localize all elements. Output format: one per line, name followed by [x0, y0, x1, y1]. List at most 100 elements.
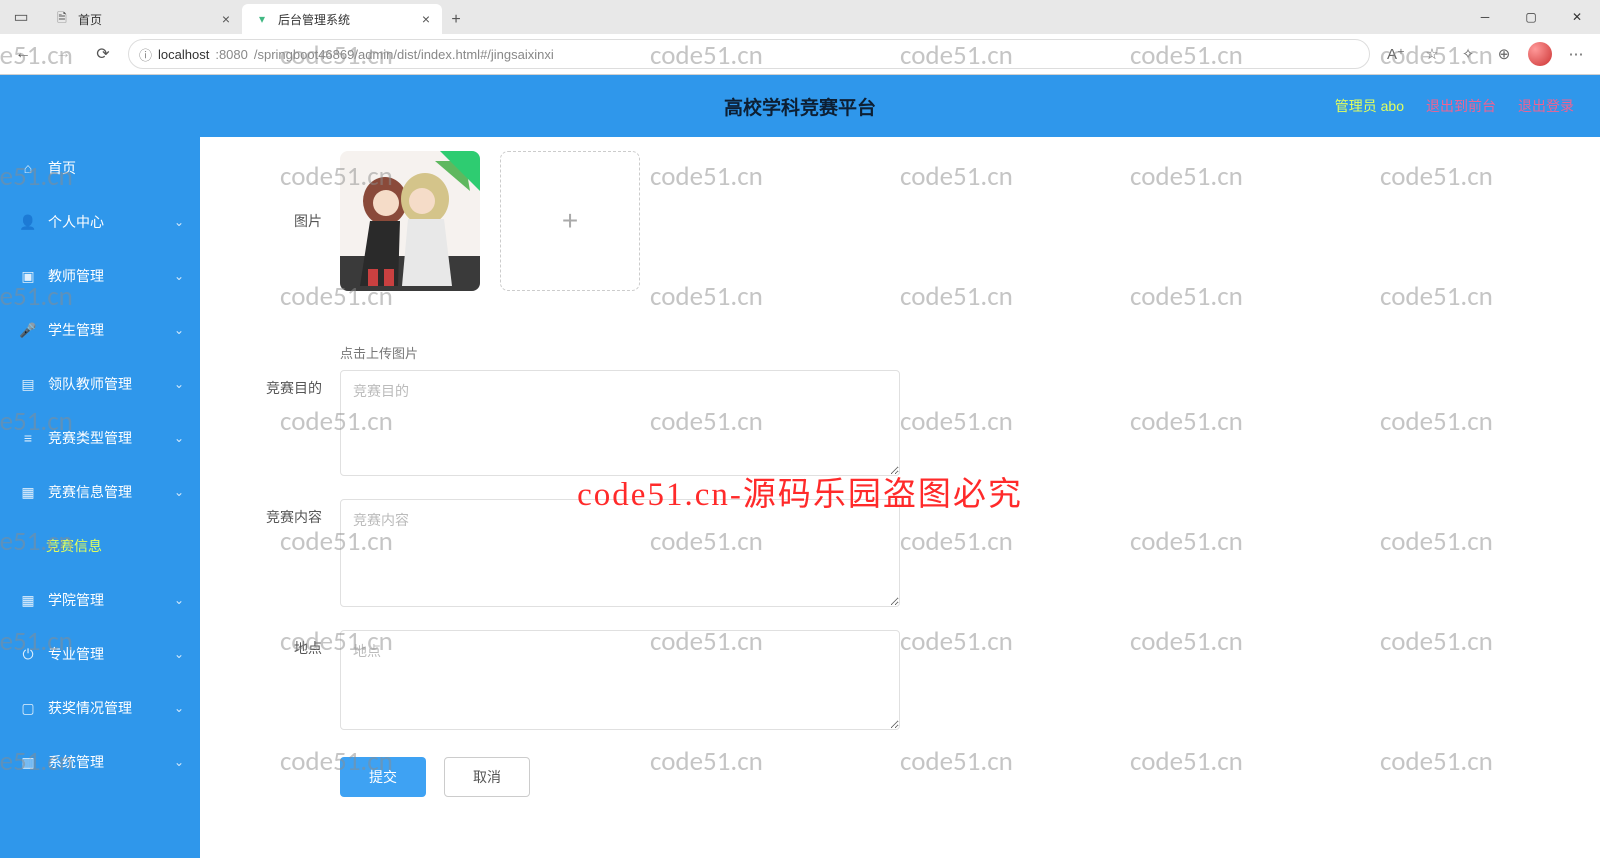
- chevron-down-icon: ⌄: [174, 215, 184, 229]
- sidebar-item-label: 系统管理: [48, 752, 104, 772]
- sidebar-item-teacher[interactable]: ▣ 教师管理 ⌄: [0, 249, 200, 303]
- logout-link[interactable]: 退出登录: [1518, 96, 1574, 116]
- chevron-down-icon: ⌄: [174, 269, 184, 283]
- tab-title: 后台管理系统: [278, 11, 350, 28]
- tab-strip: 🗎 首页 × ▾ 后台管理系统 × +: [42, 0, 1462, 34]
- chevron-down-icon: ⌄: [174, 431, 184, 445]
- sidebar-item-major[interactable]: ⏻ 专业管理 ⌄: [0, 627, 200, 681]
- teacher-icon: ▣: [20, 268, 36, 284]
- purpose-textarea[interactable]: [340, 370, 900, 476]
- app-body: ⌂ 首页 👤 个人中心 ⌄ ▣ 教师管理 ⌄ 🎤 学生管理 ⌄ ▤ 领队教师管理: [0, 137, 1600, 858]
- window-maximize-button[interactable]: ▢: [1508, 0, 1554, 34]
- sidebar-item-label: 学生管理: [48, 320, 104, 340]
- form: 图片: [200, 137, 1600, 817]
- window-controls: ─ ▢ ✕: [1462, 0, 1600, 34]
- chevron-down-icon: ⌄: [174, 701, 184, 715]
- chevron-down-icon: ⌄: [174, 647, 184, 661]
- profile-avatar: [1528, 42, 1552, 66]
- upload-image-button[interactable]: +: [500, 151, 640, 291]
- more-icon[interactable]: ⋯: [1560, 38, 1592, 70]
- user-icon: 👤: [20, 214, 36, 230]
- power-icon: ⏻: [20, 646, 36, 662]
- uploaded-image-thumbnail[interactable]: [340, 151, 480, 291]
- plus-icon: +: [562, 205, 578, 237]
- header-right: 管理员 abo 退出到前台 退出登录: [1335, 96, 1600, 116]
- url-path: /springboot46869/admin/dist/index.html#/…: [254, 47, 554, 62]
- form-row-place: 地点: [240, 630, 1560, 735]
- new-tab-button[interactable]: +: [442, 6, 470, 34]
- collections-icon[interactable]: ⊕: [1488, 38, 1520, 70]
- app-header: 高校学科竞赛平台 管理员 abo 退出到前台 退出登录: [0, 75, 1600, 137]
- to-frontend-link[interactable]: 退出到前台: [1426, 96, 1496, 116]
- sidebar-item-profile[interactable]: 👤 个人中心 ⌄: [0, 195, 200, 249]
- list-icon: ≡: [20, 430, 36, 446]
- home-icon: ⌂: [20, 160, 36, 176]
- tab-close-icon[interactable]: ×: [222, 11, 230, 27]
- info-icon: ▦: [20, 484, 36, 500]
- sidebar-item-system[interactable]: ▥ 系统管理 ⌄: [0, 735, 200, 789]
- chevron-down-icon: ⌄: [174, 755, 184, 769]
- read-aloud-icon[interactable]: A⁺: [1380, 38, 1412, 70]
- chevron-down-icon: ⌄: [174, 323, 184, 337]
- image-label: 图片: [240, 151, 340, 231]
- form-row-purpose: 竞赛目的: [240, 370, 1560, 481]
- sidebar-item-label: 竞赛类型管理: [48, 428, 132, 448]
- profile-button[interactable]: [1524, 38, 1556, 70]
- content-area: 图片: [200, 137, 1600, 858]
- sidebar-item-home[interactable]: ⌂ 首页: [0, 141, 200, 195]
- chevron-down-icon: ⌄: [174, 377, 184, 391]
- admin-label[interactable]: 管理员 abo: [1335, 96, 1404, 116]
- success-badge: [440, 151, 480, 191]
- refresh-button[interactable]: ⟳: [88, 39, 118, 69]
- cancel-button[interactable]: 取消: [444, 757, 530, 797]
- content-textarea[interactable]: [340, 499, 900, 607]
- place-label: 地点: [240, 630, 340, 658]
- window-close-button[interactable]: ✕: [1554, 0, 1600, 34]
- back-button[interactable]: ←: [8, 39, 38, 69]
- sidebar-item-label: 获奖情况管理: [48, 698, 132, 718]
- sidebar-item-leader[interactable]: ▤ 领队教师管理 ⌄: [0, 357, 200, 411]
- chevron-down-icon: ⌄: [174, 593, 184, 607]
- sidebar: ⌂ 首页 👤 个人中心 ⌄ ▣ 教师管理 ⌄ 🎤 学生管理 ⌄ ▤ 领队教师管理: [0, 137, 200, 858]
- sidebar-item-label: 专业管理: [48, 644, 104, 664]
- sidebar-item-label: 首页: [48, 158, 76, 178]
- favorites-icon[interactable]: ✧: [1452, 38, 1484, 70]
- sidebar-item-student[interactable]: 🎤 学生管理 ⌄: [0, 303, 200, 357]
- sidebar-item-label: 教师管理: [48, 266, 104, 286]
- leader-icon: ▤: [20, 376, 36, 392]
- place-textarea[interactable]: [340, 630, 900, 730]
- mic-icon: 🎤: [20, 322, 36, 338]
- sidebar-item-label: 竞赛信息管理: [48, 482, 132, 502]
- sidebar-item-award[interactable]: ▢ 获奖情况管理 ⌄: [0, 681, 200, 735]
- sidebar-item-college[interactable]: ▦ 学院管理 ⌄: [0, 573, 200, 627]
- browser-titlebar: ▭ 🗎 首页 × ▾ 后台管理系统 × + ─ ▢ ✕: [0, 0, 1600, 34]
- sidebar-item-label: 竞赛信息: [46, 536, 102, 556]
- browser-tab[interactable]: 🗎 首页 ×: [42, 4, 242, 34]
- purpose-label: 竞赛目的: [240, 370, 340, 398]
- sidebar-item-label: 学院管理: [48, 590, 104, 610]
- tab-close-icon[interactable]: ×: [422, 11, 430, 27]
- grid-icon: ▦: [20, 592, 36, 608]
- window-minimize-button[interactable]: ─: [1462, 0, 1508, 34]
- site-info-icon[interactable]: ⓘ: [139, 45, 152, 64]
- tab-actions-icon[interactable]: ▭: [6, 2, 36, 32]
- url-port: :8080: [215, 47, 248, 62]
- forward-button[interactable]: →: [48, 39, 78, 69]
- vue-favicon: ▾: [254, 11, 270, 27]
- browser-chrome: ▭ 🗎 首页 × ▾ 后台管理系统 × + ─ ▢ ✕ ← → ⟳ ⓘ loc: [0, 0, 1600, 75]
- form-row-image: 图片: [240, 151, 1560, 291]
- sidebar-item-label: 领队教师管理: [48, 374, 132, 394]
- star-outline-icon[interactable]: ☆: [1416, 38, 1448, 70]
- content-label: 竞赛内容: [240, 499, 340, 527]
- tab-title: 首页: [78, 11, 102, 28]
- app-root: 高校学科竞赛平台 管理员 abo 退出到前台 退出登录 ⌂ 首页 👤 个人中心 …: [0, 75, 1600, 858]
- sidebar-item-competition-type[interactable]: ≡ 竞赛类型管理 ⌄: [0, 411, 200, 465]
- sidebar-item-competition-info[interactable]: ▦ 竞赛信息管理 ⌄: [0, 465, 200, 519]
- url-input[interactable]: ⓘ localhost:8080/springboot46869/admin/d…: [128, 39, 1370, 69]
- app-title: 高校学科竞赛平台: [724, 93, 876, 120]
- submit-button[interactable]: 提交: [340, 757, 426, 797]
- sidebar-item-label: 个人中心: [48, 212, 104, 232]
- browser-tab-active[interactable]: ▾ 后台管理系统 ×: [242, 4, 442, 34]
- sidebar-subitem-competition-info[interactable]: 竞赛信息: [0, 519, 200, 573]
- form-row-content: 竞赛内容: [240, 499, 1560, 612]
